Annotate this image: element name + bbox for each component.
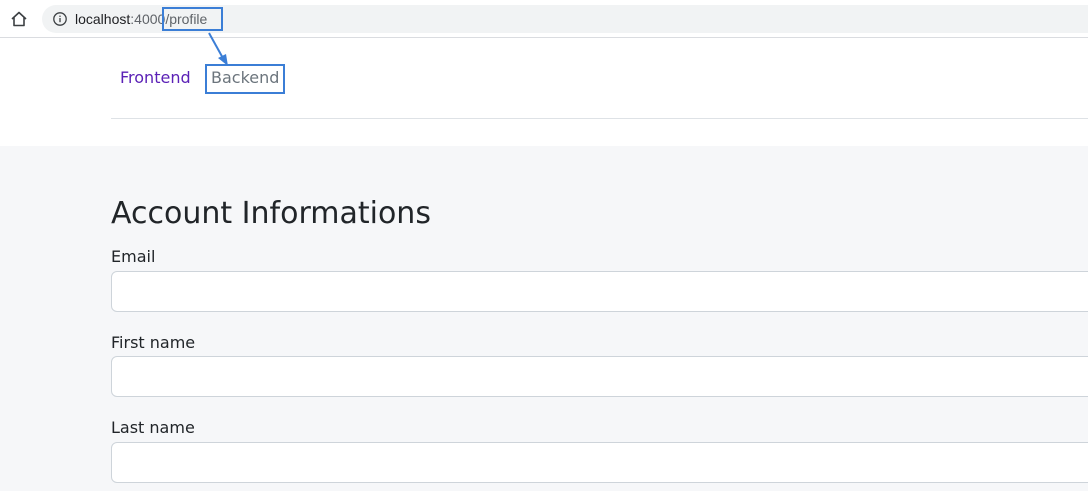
url-host: localhost	[75, 11, 131, 27]
info-icon[interactable]	[52, 11, 68, 27]
backend-link-highlight	[205, 64, 285, 94]
nav-divider	[111, 118, 1088, 119]
first-name-label: First name	[111, 333, 196, 352]
navbar: Frontend Backend	[0, 38, 1088, 145]
first-name-field[interactable]	[111, 356, 1088, 397]
page-title: Account Informations	[111, 196, 431, 231]
email-label: Email	[111, 247, 156, 266]
last-name-field[interactable]	[111, 442, 1088, 483]
url-port: :4000	[130, 11, 166, 27]
main-content: Account Informations Email First name La…	[0, 146, 1088, 491]
url-path-highlight	[162, 7, 223, 31]
nav-link-frontend[interactable]: Frontend	[120, 68, 191, 87]
home-button[interactable]	[8, 8, 30, 30]
last-name-label: Last name	[111, 418, 195, 437]
home-icon	[11, 11, 27, 27]
email-field[interactable]	[111, 271, 1088, 312]
